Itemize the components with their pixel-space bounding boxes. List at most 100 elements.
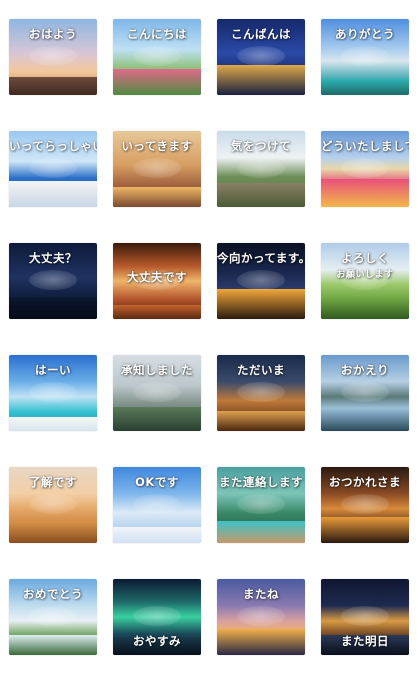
sticker-okaeri[interactable]: おかえり [321,355,409,431]
sticker-scene-foreground [321,411,409,431]
sticker-light-glow [341,45,389,66]
sticker-daijoubu-q[interactable]: 大丈夫？ [9,243,97,319]
sticker-arigatou[interactable]: ありがとう [321,19,409,95]
sticker-caption-text: おはよう [29,27,77,41]
sticker-light-glow [29,269,77,290]
sticker-caption-text: 大丈夫？ [29,251,77,265]
sticker-caption-text: またね [243,587,279,601]
sticker-konbanwa[interactable]: こんばんは [217,19,305,95]
sticker-light-glow [237,45,285,66]
sticker-scene-foreground [217,65,305,95]
sticker-light-glow [29,45,77,66]
sticker-caption-text: 承知しました [121,363,193,377]
sticker-light-glow [341,493,389,514]
sticker-scene-foreground [321,179,409,207]
sticker-oyasumi[interactable]: おやすみ [113,579,201,655]
sticker-caption: どういたしまして [321,138,409,154]
sticker-scene-foreground [217,289,305,319]
sticker-scene-foreground [217,183,305,207]
sticker-light-glow [237,605,285,626]
sticker-scene-foreground [9,417,97,431]
sticker-scene-foreground [9,635,97,655]
sticker-light-glow [29,605,77,626]
sticker-light-glow [29,493,77,514]
sticker-light-glow [341,381,389,402]
sticker-caption: 大丈夫です [113,269,201,285]
sticker-caption-text: また明日 [341,634,389,648]
sticker-scene-foreground [113,407,201,431]
sticker-otsukaresama[interactable]: おつかれさま [321,467,409,543]
sticker-scene-foreground [113,187,201,207]
sticker-caption-text: おめでとう [23,587,83,601]
sticker-haai[interactable]: はーい [9,355,97,431]
sticker-caption: 気をつけて [217,138,305,154]
sticker-caption-text: ありがとう [335,27,395,41]
sticker-caption-text: いってきます [121,139,193,153]
sticker-scene-foreground [321,517,409,543]
sticker-caption-text: おやすみ [133,634,181,648]
sticker-scene-foreground [9,297,97,319]
sticker-light-glow [237,269,285,290]
sticker-scene-foreground [217,629,305,655]
sticker-ryoukaidesu[interactable]: 了解です [9,467,97,543]
sticker-scene-foreground [217,411,305,431]
sticker-caption: ありがとう [321,26,409,42]
sticker-tadaima[interactable]: ただいま [217,355,305,431]
sticker-light-glow [237,493,285,514]
sticker-caption-text: おつかれさま [329,475,401,489]
sticker-caption: こんばんは [217,26,305,42]
sticker-caption: よろしくお願いします [321,250,409,280]
sticker-caption: はーい [9,362,97,378]
sticker-okdesu[interactable]: OKです [113,467,201,543]
sticker-caption: ただいま [217,362,305,378]
sticker-light-glow [341,605,389,626]
sticker-caption: おやすみ [113,633,201,649]
sticker-matarenraku[interactable]: また連絡します [217,467,305,543]
sticker-caption: おめでとう [9,586,97,602]
sticker-caption-text: ただいま [237,363,285,377]
sticker-caption-text: 了解です [29,475,77,489]
sticker-konnichiwa[interactable]: こんにちは [113,19,201,95]
sticker-yoroshiku[interactable]: よろしくお願いします [321,243,409,319]
sticker-caption-text: おかえり [341,363,389,377]
sticker-caption: またね [217,586,305,602]
sticker-caption-text: こんにちは [127,27,187,41]
sticker-matashita[interactable]: また明日 [321,579,409,655]
sticker-light-glow [133,605,181,626]
sticker-caption: おはよう [9,26,97,42]
sticker-imamukattemasu[interactable]: 今向かってます。 [217,243,305,319]
sticker-kiotsukete[interactable]: 気をつけて [217,131,305,207]
sticker-light-glow [237,381,285,402]
sticker-light-glow [133,493,181,514]
sticker-caption-subtext: お願いします [336,270,394,280]
sticker-caption: 大丈夫？ [9,250,97,266]
sticker-caption: また明日 [321,633,409,649]
sticker-caption-text: こんばんは [231,27,291,41]
sticker-scene-foreground [113,527,201,543]
sticker-caption-text: 今向かってます。 [217,251,305,265]
sticker-caption: また連絡します [217,474,305,490]
sticker-scene-foreground [9,521,97,543]
sticker-scene-foreground [321,295,409,319]
sticker-caption-text: OKです [135,475,179,489]
sticker-caption: いってきます [113,138,201,154]
sticker-ittekimasu[interactable]: いってきます [113,131,201,207]
sticker-scene-foreground [113,305,201,319]
sticker-shouchishimashita[interactable]: 承知しました [113,355,201,431]
sticker-douitashimashite[interactable]: どういたしまして [321,131,409,207]
sticker-matane[interactable]: またね [217,579,305,655]
sticker-caption-text: はーい [35,363,71,377]
sticker-caption-text: 大丈夫です [127,270,187,284]
sticker-scene-foreground [113,69,201,95]
sticker-ohayou[interactable]: おはよう [9,19,97,95]
sticker-scene-foreground [217,521,305,543]
sticker-caption: 今向かってます。 [217,250,305,266]
sticker-itterasshai[interactable]: いってらっしゃい [9,131,97,207]
sticker-caption-text: 気をつけて [231,139,291,153]
sticker-daijoubudesu[interactable]: 大丈夫です [113,243,201,319]
sticker-caption-text: いってらっしゃい [9,139,97,153]
sticker-caption: おつかれさま [321,474,409,490]
sticker-light-glow [29,157,77,178]
sticker-omedetou[interactable]: おめでとう [9,579,97,655]
sticker-caption-text: よろしく [341,251,389,265]
